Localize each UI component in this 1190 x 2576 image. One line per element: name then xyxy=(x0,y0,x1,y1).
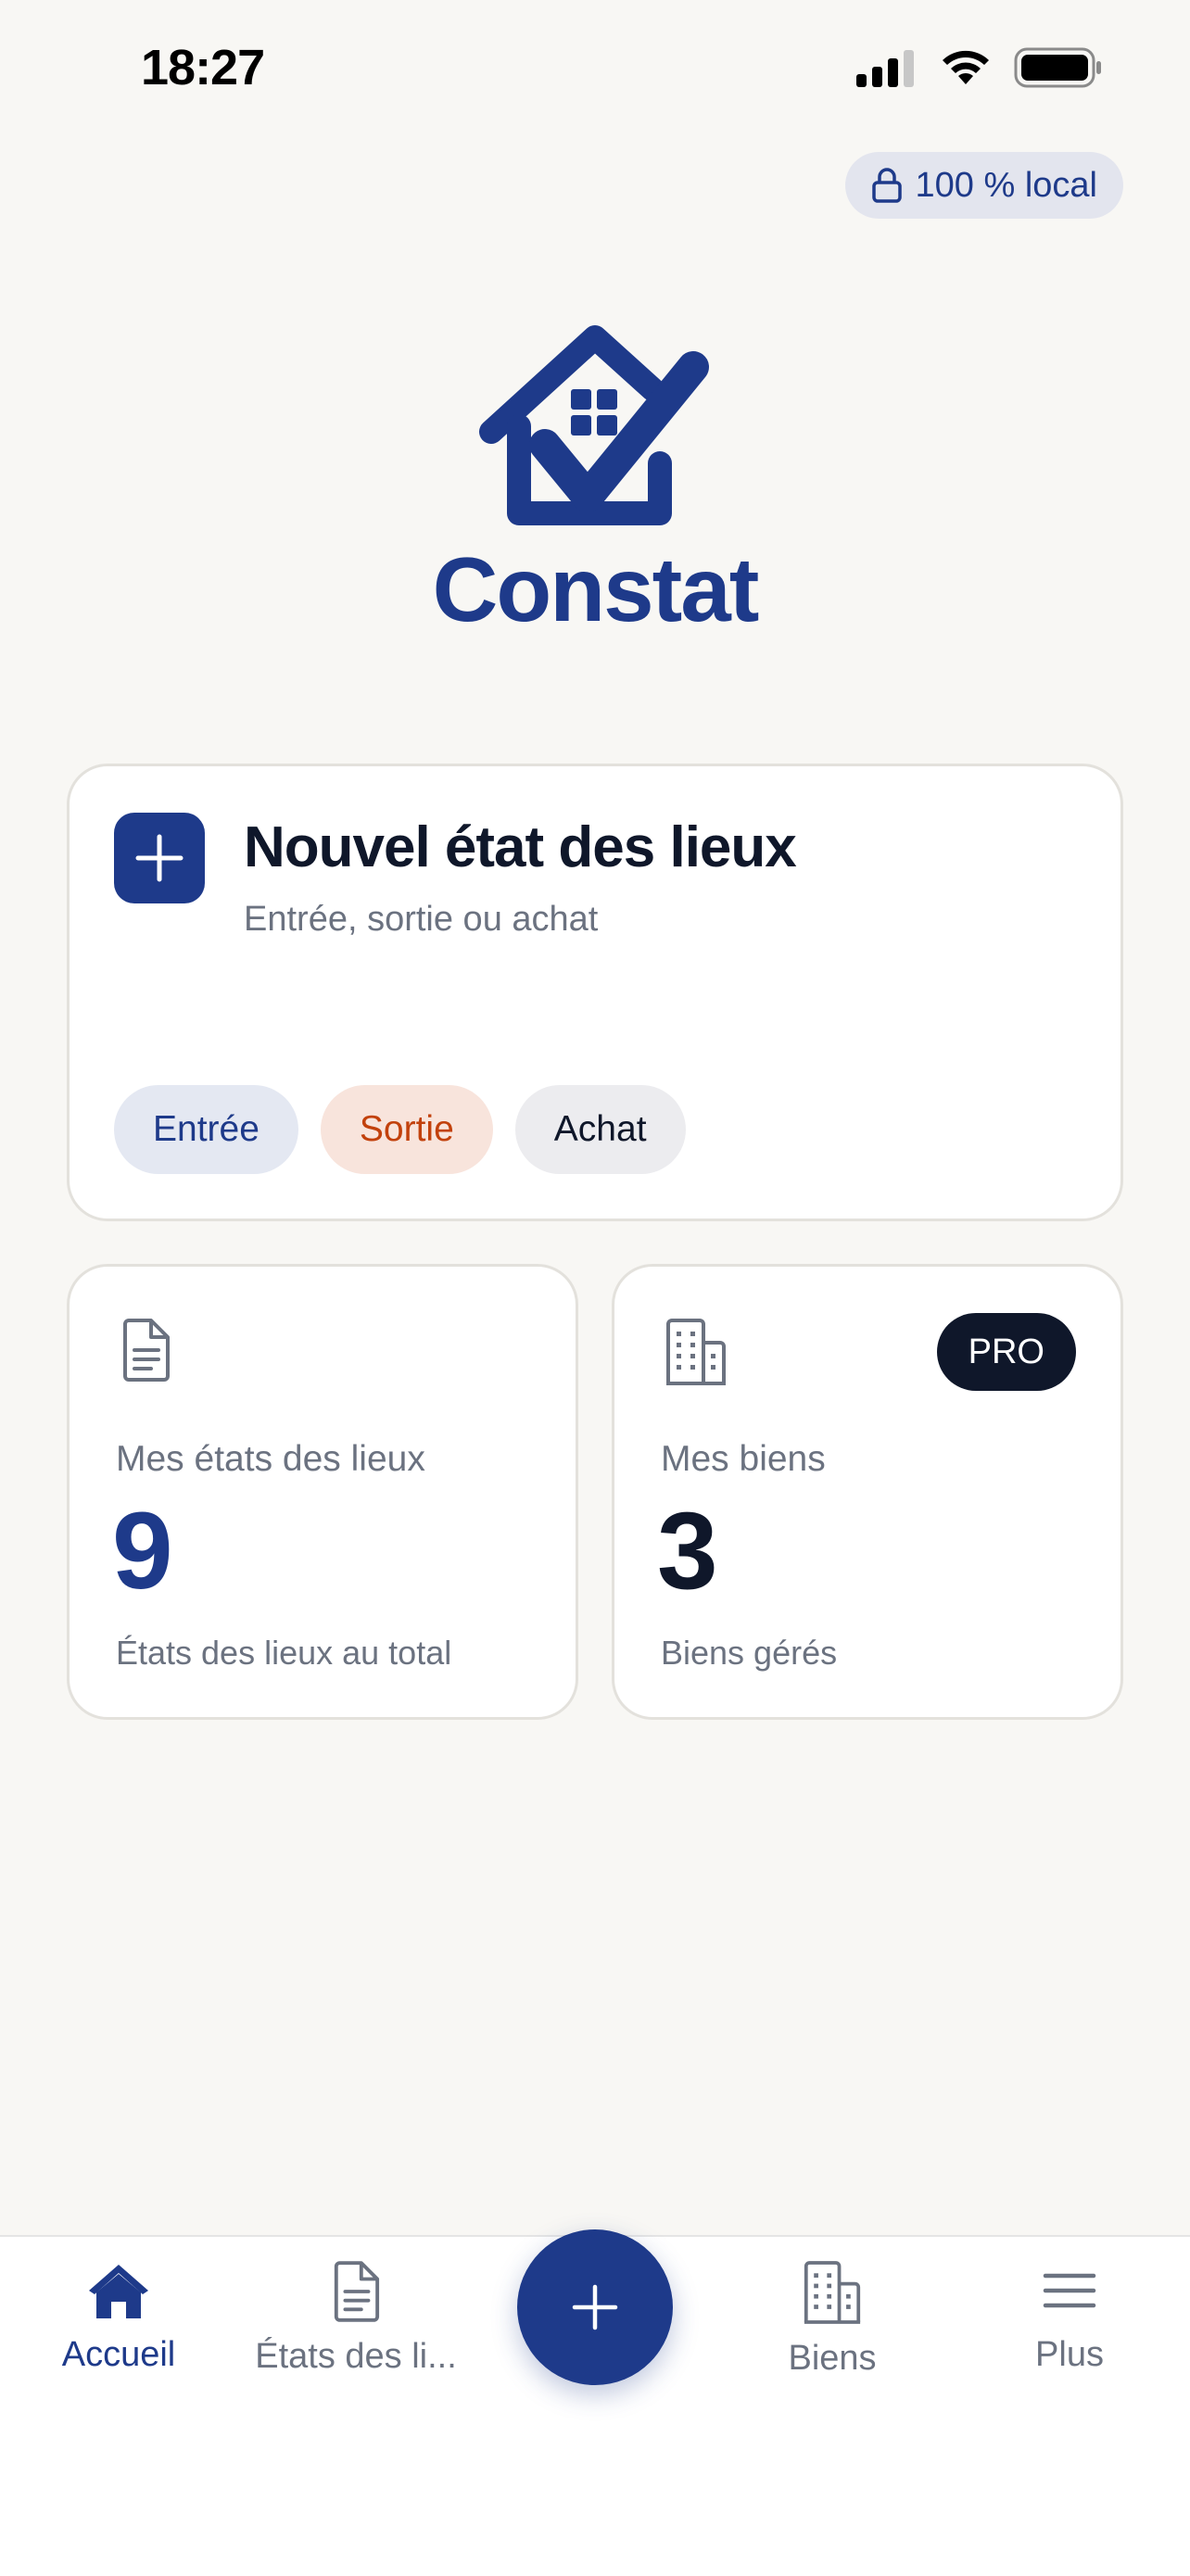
wifi-icon xyxy=(943,50,989,84)
entree-chip[interactable]: Entrée xyxy=(114,1085,298,1174)
nav-item-accueil[interactable]: Accueil xyxy=(7,2261,230,2375)
properties-caption: Biens gérés xyxy=(661,1634,838,1672)
building-icon xyxy=(666,1319,726,1385)
menu-icon xyxy=(1043,2273,1096,2308)
inspections-label: Mes états des lieux xyxy=(116,1439,425,1479)
brand-name: Constat xyxy=(432,538,760,640)
lock-icon xyxy=(871,168,902,203)
inspections-count: 9 xyxy=(112,1490,173,1612)
house-check-icon xyxy=(479,325,709,525)
properties-stat-card[interactable]: PRO Mes biens 3 Biens gérés xyxy=(612,1264,1123,1720)
nav-item-etats[interactable]: États des li... xyxy=(245,2261,467,2377)
document-icon xyxy=(123,1319,170,1382)
nav-label-accueil: Accueil xyxy=(61,2335,176,2374)
properties-count: 3 xyxy=(657,1490,718,1612)
inspections-stat-card[interactable]: Mes états des lieux 9 États des lieux au… xyxy=(67,1264,578,1720)
new-inspection-subtitle: Entrée, sortie ou achat xyxy=(244,900,599,939)
add-inspection-button[interactable] xyxy=(517,2229,673,2385)
document-icon xyxy=(334,2261,380,2322)
nav-label-etats: États des li... xyxy=(255,2337,457,2376)
new-inspection-card[interactable]: Nouvel état des lieux Entrée, sortie ou … xyxy=(67,764,1123,1221)
privacy-badge-label: 100 % local xyxy=(915,165,1097,205)
new-inspection-title: Nouvel état des lieux xyxy=(244,815,797,879)
plus-icon xyxy=(114,813,205,903)
nav-item-biens[interactable]: Biens xyxy=(721,2261,943,2379)
privacy-badge: 100 % local xyxy=(844,152,1123,219)
battery-icon xyxy=(1014,47,1101,88)
achat-chip[interactable]: Achat xyxy=(514,1085,686,1174)
nav-item-plus[interactable]: Plus xyxy=(958,2261,1181,2375)
home-icon xyxy=(89,2265,148,2318)
status-icons xyxy=(856,46,1103,89)
plus-icon xyxy=(572,2284,618,2330)
sortie-chip[interactable]: Sortie xyxy=(320,1085,493,1174)
cellular-signal-icon xyxy=(856,50,914,87)
pro-badge: PRO xyxy=(936,1313,1076,1391)
building-icon xyxy=(804,2261,861,2324)
inspections-caption: États des lieux au total xyxy=(116,1634,452,1672)
properties-label: Mes biens xyxy=(661,1439,826,1479)
nav-label-biens: Biens xyxy=(788,2339,877,2378)
nav-label-plus: Plus xyxy=(1035,2335,1104,2374)
status-time: 18:27 xyxy=(141,40,265,95)
inspection-type-options: Entrée Sortie Achat xyxy=(114,1085,686,1174)
